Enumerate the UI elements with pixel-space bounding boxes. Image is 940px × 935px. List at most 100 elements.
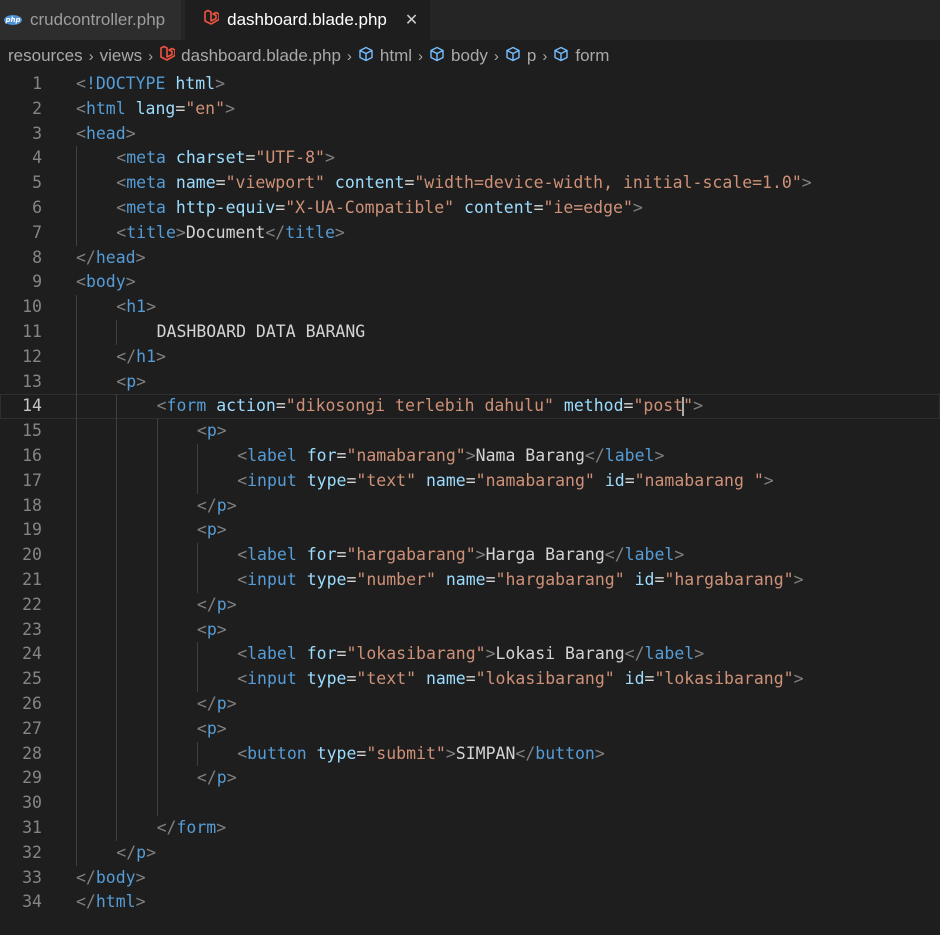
code-text: <p> xyxy=(197,419,227,444)
indent-guide xyxy=(76,419,77,444)
code-line[interactable]: 22 </p> xyxy=(0,592,940,618)
code-token: > xyxy=(136,371,147,391)
code-line[interactable]: 10 <h1> xyxy=(0,295,940,320)
line-number: 18 xyxy=(22,495,42,515)
code-token: !DOCTYPE xyxy=(85,74,166,93)
code-token: < xyxy=(116,371,127,391)
indent-guide xyxy=(76,592,77,618)
breadcrumb-item-form[interactable]: form xyxy=(553,46,609,67)
breadcrumb-label: html xyxy=(379,46,413,65)
code-line[interactable]: 28 <button type="submit">SIMPAN</button> xyxy=(0,741,940,767)
code-token: for xyxy=(306,445,337,465)
code-line[interactable]: 27 <p> xyxy=(0,716,940,742)
breadcrumb-item-views[interactable]: views xyxy=(100,46,143,66)
code-editor[interactable]: 1 <!DOCTYPE html> 2 <html lang="en"> 3 <head>… xyxy=(0,72,940,915)
code-line[interactable]: 26 </p> xyxy=(0,691,940,717)
code-token: > xyxy=(216,421,227,441)
code-line[interactable]: 13 <p> xyxy=(0,369,940,395)
code-token: DASHBOARD DATA BARANG xyxy=(156,321,366,341)
code-token: < xyxy=(237,445,248,465)
code-line[interactable]: 5 <meta name="viewport" content="width=de… xyxy=(0,171,940,196)
tab-crudcontroller[interactable]: php crudcontroller.php xyxy=(0,0,182,40)
code-line[interactable]: 19 <p> xyxy=(0,518,940,544)
code-token: h1 xyxy=(126,297,147,317)
code-token: button xyxy=(535,743,595,763)
code-text: <h1> xyxy=(116,295,156,320)
cube-icon xyxy=(553,46,569,67)
code-token: < xyxy=(237,669,248,689)
code-line[interactable]: 12 </h1> xyxy=(0,344,940,370)
code-token: </ xyxy=(515,743,536,763)
code-token: > xyxy=(226,693,237,713)
indent-guide xyxy=(116,468,118,494)
code-line[interactable]: 32 </p> xyxy=(0,840,940,866)
line-number: 28 xyxy=(22,743,42,763)
code-line[interactable]: 29 </p> xyxy=(0,766,940,792)
code-line[interactable]: 34 </html> xyxy=(0,890,940,915)
breadcrumb-item-file[interactable]: dashboard.blade.php xyxy=(159,45,341,68)
code-text: <title>Document</title> xyxy=(116,221,345,246)
indent-guide xyxy=(116,419,118,444)
code-line[interactable]: 2 <html lang="en"> xyxy=(0,97,940,122)
indent-guide xyxy=(116,791,118,816)
code-line[interactable]: 1 <!DOCTYPE html> xyxy=(0,72,940,97)
tab-bar: php crudcontroller.php dashboard.blade.p… xyxy=(0,0,940,40)
code-line[interactable]: 17 <input type="text" name="namabarang" i… xyxy=(0,468,940,494)
code-line[interactable]: 25 <input type="text" name="lokasibarang"… xyxy=(0,667,940,692)
code-token: "hargabarang" xyxy=(346,545,476,565)
code-text: </p> xyxy=(116,841,156,866)
code-token: > xyxy=(146,842,157,862)
code-line[interactable]: 16 <label for="namabarang">Nama Barang</l… xyxy=(0,443,940,469)
close-icon[interactable]: ✕ xyxy=(405,10,418,30)
breadcrumb-label: views xyxy=(99,46,143,65)
code-token: > xyxy=(216,817,227,837)
line-number: 26 xyxy=(22,693,42,713)
breadcrumb-item-body[interactable]: body xyxy=(429,46,488,67)
code-token: name xyxy=(175,173,216,193)
breadcrumb-item-resources[interactable]: resources xyxy=(8,46,83,66)
code-line[interactable]: 18 </p> xyxy=(0,493,940,519)
code-line[interactable]: 4 <meta charset="UTF-8"> xyxy=(0,146,940,172)
code-token: = xyxy=(533,197,544,217)
code-line[interactable]: 21 <input type="number" name="hargabarang… xyxy=(0,567,940,593)
code-text: </body> xyxy=(76,866,146,891)
code-token: label xyxy=(247,545,297,565)
code-token: Harga Barang xyxy=(485,545,605,565)
code-text: </head> xyxy=(76,246,146,271)
code-line[interactable]: 31 </form> xyxy=(0,815,940,841)
line-number: 27 xyxy=(22,718,42,738)
indent-guide xyxy=(116,741,118,767)
code-text: <p> xyxy=(197,717,227,742)
code-line[interactable]: 30 xyxy=(0,791,940,816)
breadcrumb-item-html[interactable]: html xyxy=(358,46,412,67)
code-text: <input type="text" name="lokasibarang" i… xyxy=(237,667,803,692)
tab-dashboard-blade[interactable]: dashboard.blade.php ✕ xyxy=(185,0,431,40)
code-text: </p> xyxy=(197,494,237,519)
indent-guide xyxy=(116,691,118,717)
code-line[interactable]: 20 <label for="hargabarang">Harga Barang<… xyxy=(0,543,940,568)
code-token: > xyxy=(485,644,496,664)
cube-icon xyxy=(358,46,374,67)
code-line[interactable]: 14 <form action="dikosongi terlebih dahul… xyxy=(0,394,940,420)
code-line[interactable]: 6 <meta http-equiv="X-UA-Compatible" cont… xyxy=(0,195,940,221)
code-line[interactable]: 8 </head> xyxy=(0,246,940,271)
line-number: 14 xyxy=(22,396,42,416)
indent-guide xyxy=(156,419,158,444)
code-line[interactable]: 15 <p> xyxy=(0,419,940,444)
indent-guide xyxy=(76,766,77,792)
indent-guide xyxy=(76,295,77,320)
code-line[interactable]: 33 </body> xyxy=(0,866,940,891)
indent-guide xyxy=(196,468,198,494)
code-line[interactable]: 23 <p> xyxy=(0,617,940,643)
code-line[interactable]: 11 DASHBOARD DATA BARANG xyxy=(0,319,940,345)
code-token: > xyxy=(156,346,166,366)
breadcrumb-item-p[interactable]: p xyxy=(505,46,536,67)
code-line[interactable]: 3 <head> xyxy=(0,122,940,147)
code-line[interactable]: 7 <title>Document</title> xyxy=(0,220,940,246)
code-line[interactable]: 9 <body> xyxy=(0,270,940,295)
code-token: < xyxy=(76,123,86,143)
code-line[interactable]: 24 <label for="lokasibarang">Lokasi Baran… xyxy=(0,642,940,668)
